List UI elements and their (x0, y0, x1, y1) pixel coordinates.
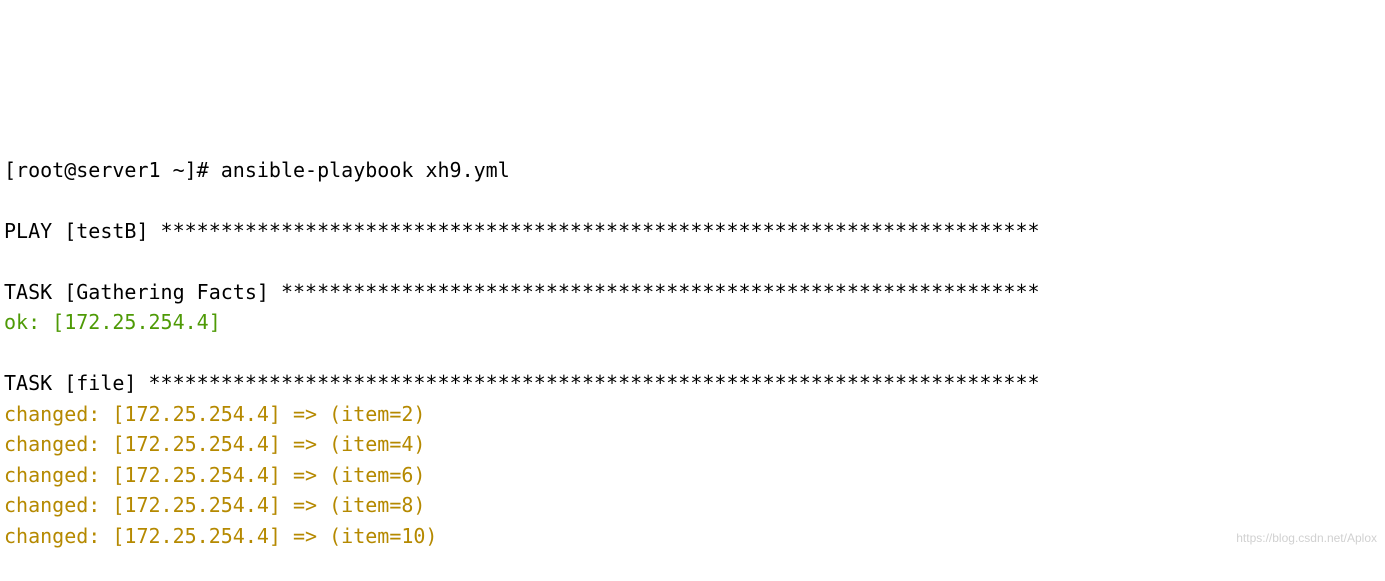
task-gathering-facts-header: TASK [Gathering Facts] *****************… (4, 280, 1040, 304)
watermark: https://blog.csdn.net/Aplox (1236, 532, 1377, 544)
file-changed-item: changed: [172.25.254.4] => (item=4) (4, 432, 425, 456)
task-file-header: TASK [file] ****************************… (4, 371, 1040, 395)
shell-prompt: [root@server1 ~]# ansible-playbook xh9.y… (4, 158, 510, 182)
file-changed-item: changed: [172.25.254.4] => (item=6) (4, 463, 425, 487)
play-header: PLAY [testB] ***************************… (4, 219, 1040, 243)
file-changed-item: changed: [172.25.254.4] => (item=10) (4, 524, 437, 548)
gathering-facts-ok: ok: [172.25.254.4] (4, 310, 221, 334)
terminal-output: [root@server1 ~]# ansible-playbook xh9.y… (0, 153, 1385, 581)
file-changed-item: changed: [172.25.254.4] => (item=8) (4, 493, 425, 517)
file-changed-item: changed: [172.25.254.4] => (item=2) (4, 402, 425, 426)
